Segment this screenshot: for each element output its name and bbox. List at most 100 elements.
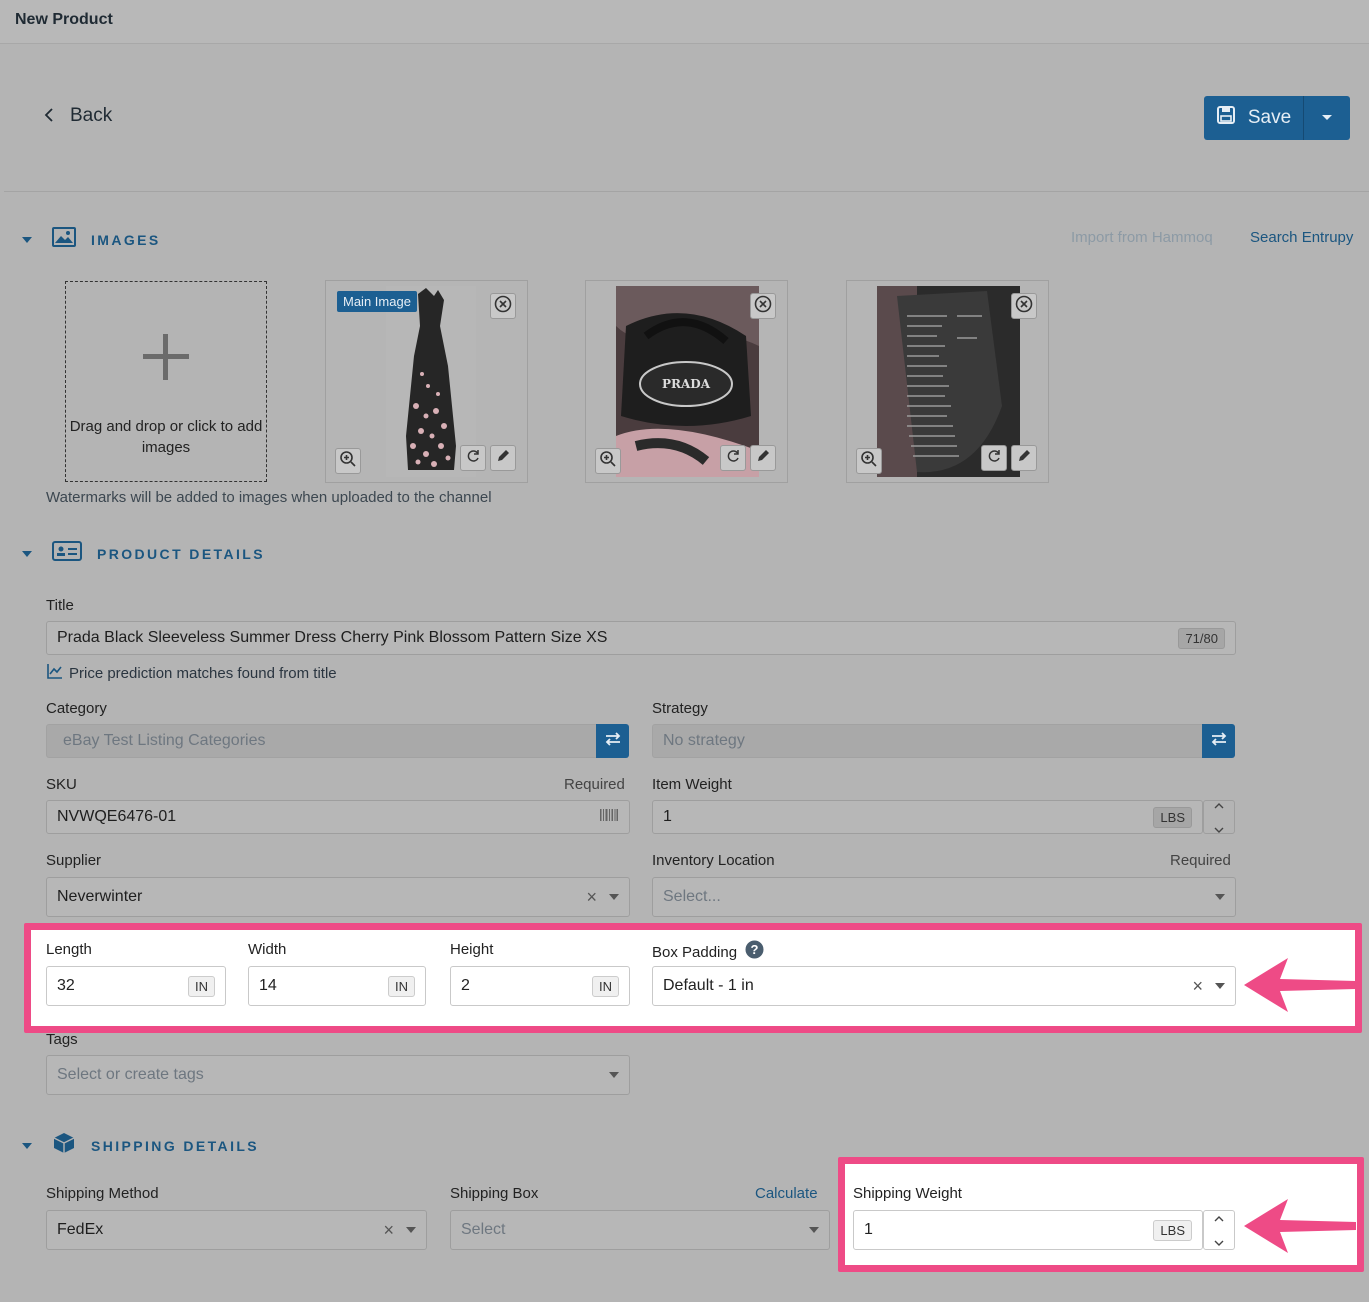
save-label: Save (1247, 107, 1292, 128)
back-label: Back (70, 105, 113, 126)
zoom-image-button[interactable] (856, 448, 882, 474)
chart-icon (46, 662, 64, 684)
box-padding-select[interactable]: Default - 1 in × (652, 966, 1236, 1006)
category-input: eBay Test Listing Categories (46, 724, 597, 758)
title-char-count: 71/80 (1178, 627, 1225, 649)
shipping-method-value: FedEx (57, 1221, 104, 1238)
refresh-icon (725, 448, 741, 469)
dropdown-arrow-icon (406, 1227, 416, 1233)
inventory-placeholder: Select... (663, 888, 721, 905)
save-options-dropdown[interactable] (1304, 96, 1350, 140)
length-unit: IN (188, 975, 215, 997)
supplier-select[interactable]: Neverwinter × (46, 877, 630, 917)
item-weight-stepper[interactable] (1203, 800, 1235, 834)
import-from-hammoq-link[interactable]: Import from Hammoq (1071, 229, 1213, 246)
back-button[interactable]: Back (44, 105, 112, 127)
shipping-details-section-header[interactable]: SHIPPING DETAILS (22, 1131, 259, 1160)
change-category-button[interactable] (596, 724, 629, 758)
image-thumbnail-main[interactable]: Main Image (325, 280, 528, 483)
search-entrupy-link[interactable]: Search Entrupy (1250, 229, 1353, 246)
pencil-icon (1016, 448, 1032, 469)
help-icon[interactable]: ? (745, 940, 764, 964)
chevron-down-icon[interactable] (1214, 820, 1224, 838)
zoom-image-button[interactable] (595, 448, 621, 474)
image-icon (52, 227, 76, 252)
title-input[interactable]: Prada Black Sleeveless Summer Dress Cher… (46, 621, 1236, 655)
width-input[interactable]: 14 IN (248, 966, 426, 1006)
supplier-label: Supplier (46, 852, 102, 869)
item-weight-input[interactable]: 1 LBS (652, 800, 1203, 834)
remove-image-button[interactable] (1011, 293, 1037, 319)
tags-select[interactable]: Select or create tags (46, 1055, 630, 1095)
shipping-weight-stepper[interactable] (1203, 1210, 1235, 1250)
edit-image-button[interactable] (1011, 445, 1037, 471)
images-section-title: IMAGES (91, 231, 161, 248)
clear-icon[interactable]: × (1192, 976, 1203, 997)
change-strategy-button[interactable] (1202, 724, 1235, 758)
chevron-up-icon[interactable] (1214, 796, 1224, 814)
shipping-weight-input[interactable]: 1 LBS (853, 1210, 1203, 1250)
width-unit: IN (388, 975, 415, 997)
dropzone-text: Drag and drop or click to add images (69, 418, 263, 456)
chevron-down-icon[interactable] (1214, 1233, 1224, 1251)
product-details-section-title: PRODUCT DETAILS (97, 545, 265, 562)
shipping-method-select[interactable]: FedEx × (46, 1210, 427, 1250)
strategy-value: No strategy (663, 732, 745, 749)
main-image-badge: Main Image (337, 291, 417, 312)
save-button-group: Save (1204, 96, 1350, 140)
pointer-arrow-icon (1244, 958, 1356, 1012)
strategy-label: Strategy (652, 700, 708, 717)
inventory-location-select[interactable]: Select... (652, 877, 1236, 917)
length-input[interactable]: 32 IN (46, 966, 226, 1006)
pointer-arrow-icon (1244, 1199, 1356, 1253)
supplier-value: Neverwinter (57, 888, 143, 905)
replace-image-button[interactable] (460, 445, 486, 471)
replace-image-button[interactable] (720, 445, 746, 471)
clear-icon[interactable]: × (586, 887, 597, 908)
collapse-caret-icon (22, 1142, 32, 1149)
dropdown-arrow-icon (609, 894, 619, 900)
category-value: eBay Test Listing Categories (63, 732, 266, 749)
shipping-box-label: Shipping Box (450, 1185, 539, 1202)
zoom-image-button[interactable] (335, 448, 361, 474)
shipping-weight-unit: LBS (1153, 1219, 1192, 1241)
remove-image-button[interactable] (750, 293, 776, 319)
category-label: Category (46, 700, 107, 717)
box-padding-value: Default - 1 in (663, 977, 754, 994)
svg-text:?: ? (751, 942, 759, 957)
edit-image-button[interactable] (750, 445, 776, 471)
image-dropzone[interactable]: Drag and drop or click to add images (65, 281, 267, 482)
sku-value: NVWQE6476-01 (57, 808, 177, 825)
box-icon (52, 1131, 76, 1160)
swap-arrows-icon (1210, 731, 1228, 752)
close-circle-icon (754, 295, 772, 318)
chevron-up-icon[interactable] (1214, 1209, 1224, 1227)
height-input[interactable]: 2 IN (450, 966, 630, 1006)
product-details-section-header[interactable]: PRODUCT DETAILS (22, 541, 265, 566)
replace-image-button[interactable] (981, 445, 1007, 471)
image-thumbnail-3[interactable] (846, 280, 1049, 483)
dropdown-arrow-icon (609, 1072, 619, 1078)
pencil-icon (755, 448, 771, 469)
save-button[interactable]: Save (1204, 96, 1304, 140)
close-circle-icon (494, 295, 512, 318)
dropdown-arrow-icon (809, 1227, 819, 1233)
title-label: Title (46, 597, 74, 614)
remove-image-button[interactable] (490, 293, 516, 319)
sku-input[interactable]: NVWQE6476-01 (46, 800, 630, 834)
price-prediction-link[interactable]: Price prediction matches found from titl… (46, 662, 337, 684)
zoom-in-icon (599, 450, 617, 473)
sku-label: SKU (46, 776, 77, 793)
edit-image-button[interactable] (490, 445, 516, 471)
inventory-location-label: Inventory Location (652, 852, 775, 869)
strategy-input: No strategy (652, 724, 1203, 758)
top-bar: New Product (0, 0, 1369, 44)
shipping-weight-label: Shipping Weight (853, 1185, 962, 1202)
image-thumbnail-2[interactable]: PRADA (585, 280, 788, 483)
shipping-method-label: Shipping Method (46, 1185, 159, 1202)
calculate-link[interactable]: Calculate (755, 1185, 818, 1202)
width-value: 14 (259, 977, 277, 994)
shipping-box-select[interactable]: Select (450, 1210, 830, 1250)
images-section-header[interactable]: IMAGES (22, 227, 161, 252)
clear-icon[interactable]: × (383, 1220, 394, 1241)
